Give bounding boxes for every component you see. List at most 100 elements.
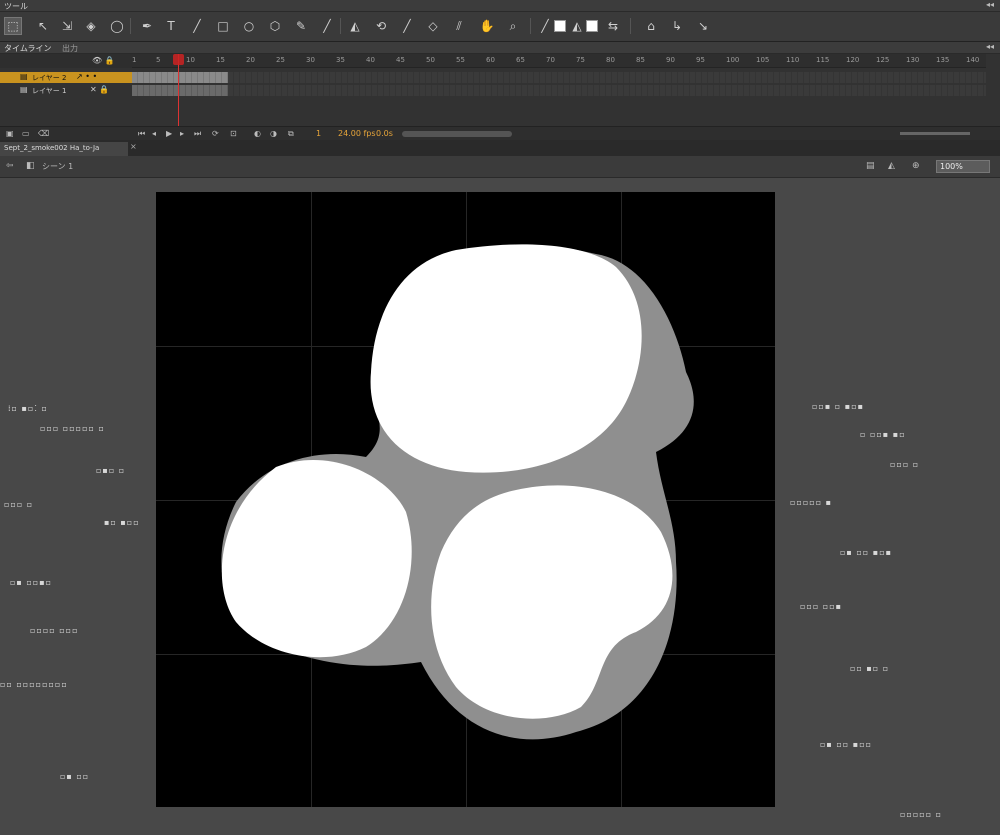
smoke-drawing[interactable] [156,192,775,807]
go-last-icon[interactable]: ⏭ [194,129,201,139]
ruler-tick: 125 [876,56,890,64]
eyedropper-tool-icon[interactable]: ╱ [398,17,416,35]
ruler-tick: 130 [906,56,920,64]
ruler-tick: 120 [846,56,860,64]
timeline-scrollbar[interactable] [402,131,512,137]
collapse-icon[interactable]: ◂◂ [986,0,994,9]
straighten-icon[interactable]: ↘ [694,17,712,35]
artifact-text: ⁞▫ ▪▫⁚ ▫ [8,404,48,413]
pen-tool-icon[interactable]: ✒ [138,17,156,35]
ruler-tick: 1 [132,56,137,64]
ruler-tick: 10 [186,56,195,64]
artifact-text: ▫▪ ▫▫▪▫ [10,578,53,587]
playhead-handle[interactable] [173,54,184,65]
line-tool-icon[interactable]: ╱ [188,17,206,35]
fill-color-icon[interactable]: ◭ [568,17,586,35]
oval-tool-icon[interactable]: ○ [240,17,258,35]
ruler-tick: 110 [786,56,800,64]
document-tab[interactable]: Sept_2_smoke002 Ha_to-Ja [0,142,128,156]
ruler-tick: 15 [216,56,225,64]
ruler-tick: 100 [726,56,740,64]
go-first-icon[interactable]: ⏮ [138,129,145,139]
selection-tool-icon[interactable]: ⬚ [4,17,22,35]
zoom-select[interactable]: 100% [936,160,990,173]
text-tool-icon[interactable]: T [162,17,180,35]
step-back-icon[interactable]: ◂ [152,129,156,138]
artifact-text: ▫▫▫ ▫ [4,500,34,509]
output-tab[interactable]: 出力 [62,43,78,54]
artifact-text: ▫▫▪ ▫ ▪▫▪ [812,402,865,411]
edit-scene-icon[interactable]: ◭ [888,161,895,171]
pencil-tool-icon[interactable]: ✎ [292,17,310,35]
edit-multiple-frames-icon[interactable]: ⧉ [288,129,294,139]
artifact-text: ▫▪ ▫▫ [60,772,90,781]
eraser-tool-icon[interactable]: ◇ [424,17,442,35]
fill-color-swatch[interactable] [586,20,598,32]
stroke-color-icon[interactable]: ╱ [536,17,554,35]
3d-rotation-tool-icon[interactable]: ◈ [82,17,100,35]
artifact-text: ▫▫▫ ▫▫▪ [800,602,843,611]
polystar-tool-icon[interactable]: ⬡ [266,17,284,35]
ink-bottle-tool-icon[interactable]: ⟲ [372,17,390,35]
edit-symbols-icon[interactable]: ▤ [866,161,875,171]
back-arrow-icon[interactable]: ⇦ [6,161,14,171]
edit-bar: ⇦ ◧ シーン 1 ▤ ◭ ⊕ 100% [0,156,1000,178]
loop-icon[interactable]: ⟳ [212,129,219,138]
frame-rate[interactable]: 24.00 fps [338,129,376,138]
collapse-icon[interactable]: ◂◂ [986,42,994,51]
ruler-tick: 25 [276,56,285,64]
artifact-text: ▫▫ ▪▫ ▫ [850,664,890,673]
free-transform-tool-icon[interactable]: ⇲ [58,17,76,35]
ruler-tick: 50 [426,56,435,64]
layer-row-2[interactable]: ▤ レイヤー 2 ↗ • • [0,72,132,83]
layer-1-frames[interactable] [132,85,228,96]
frame-ruler[interactable]: 1 5 10 15 20 25 30 35 40 45 50 55 60 65 70 75 80 85 90 95 10… [132,54,986,68]
play-icon[interactable]: ▶ [166,129,172,138]
visibility-lock-icons[interactable]: 👁 🔒 [92,56,115,65]
new-layer-icon[interactable]: ▣ [6,129,14,138]
timeline-panel-header: タイムライン 出力 ◂◂ [0,42,1000,54]
ruler-tick: 35 [336,56,345,64]
layer-state-icons[interactable]: ↗ • • [76,72,97,81]
smooth-icon[interactable]: ↳ [668,17,686,35]
close-tab-icon[interactable]: × [130,142,137,151]
ruler-tick: 80 [606,56,615,64]
rectangle-tool-icon[interactable]: □ [214,17,232,35]
tools-toolbar: ⬚ ↖ ⇲ ◈ ◯ ✒ T ╱ □ ○ ⬡ ✎ ╱ ◭ ⟲ ╱ ◇ ⫽ ✋ ⌕ … [0,12,1000,42]
onion-skin-icon[interactable]: ◐ [254,129,261,138]
layer-1-empty-frames[interactable] [228,85,986,96]
layer-icon: ▤ [20,85,28,94]
ruler-tick: 85 [636,56,645,64]
stage[interactable] [156,192,775,807]
layer-state-icons[interactable]: ✕ 🔒 [90,85,109,94]
new-folder-icon[interactable]: ▭ [22,129,30,138]
hand-tool-icon[interactable]: ✋ [478,17,496,35]
ruler-tick: 90 [666,56,675,64]
scene-name[interactable]: シーン 1 [42,161,73,172]
step-forward-icon[interactable]: ▸ [180,129,184,138]
paint-bucket-tool-icon[interactable]: ◭ [346,17,364,35]
layer-2-frames[interactable] [132,72,228,83]
frame-zoom-slider[interactable] [900,132,970,135]
stroke-color-swatch[interactable] [554,20,566,32]
ruler-tick: 40 [366,56,375,64]
swap-colors-icon[interactable]: ⇆ [604,17,622,35]
snap-to-objects-icon[interactable]: ⌂ [642,17,660,35]
brush-tool-icon[interactable]: ╱ [318,17,336,35]
lasso-tool-icon[interactable]: ◯ [108,17,126,35]
layer-2-empty-frames[interactable] [228,72,986,83]
delete-layer-icon[interactable]: ⌫ [38,129,49,138]
ruler-tick: 65 [516,56,525,64]
elapsed-time: 0.0s [376,129,393,138]
subselection-tool-icon[interactable]: ↖ [34,17,52,35]
bone-tool-icon[interactable]: ⫽ [450,17,468,35]
timeline-panel-title[interactable]: タイムライン [4,43,51,54]
current-frame[interactable]: 1 [316,129,321,138]
onion-outline-icon[interactable]: ◑ [270,129,277,138]
layer-row-1[interactable]: ▤ レイヤー 1 ✕ 🔒 [0,85,132,96]
zoom-tool-icon[interactable]: ⌕ [504,17,522,35]
center-frame-icon[interactable]: ⊡ [230,129,237,138]
center-stage-icon[interactable]: ⊕ [912,161,920,171]
artifact-text: ▫▫▫ ▫▫▫▫▫ ▫ [40,424,105,433]
tools-panel-title: ツール [4,2,28,11]
